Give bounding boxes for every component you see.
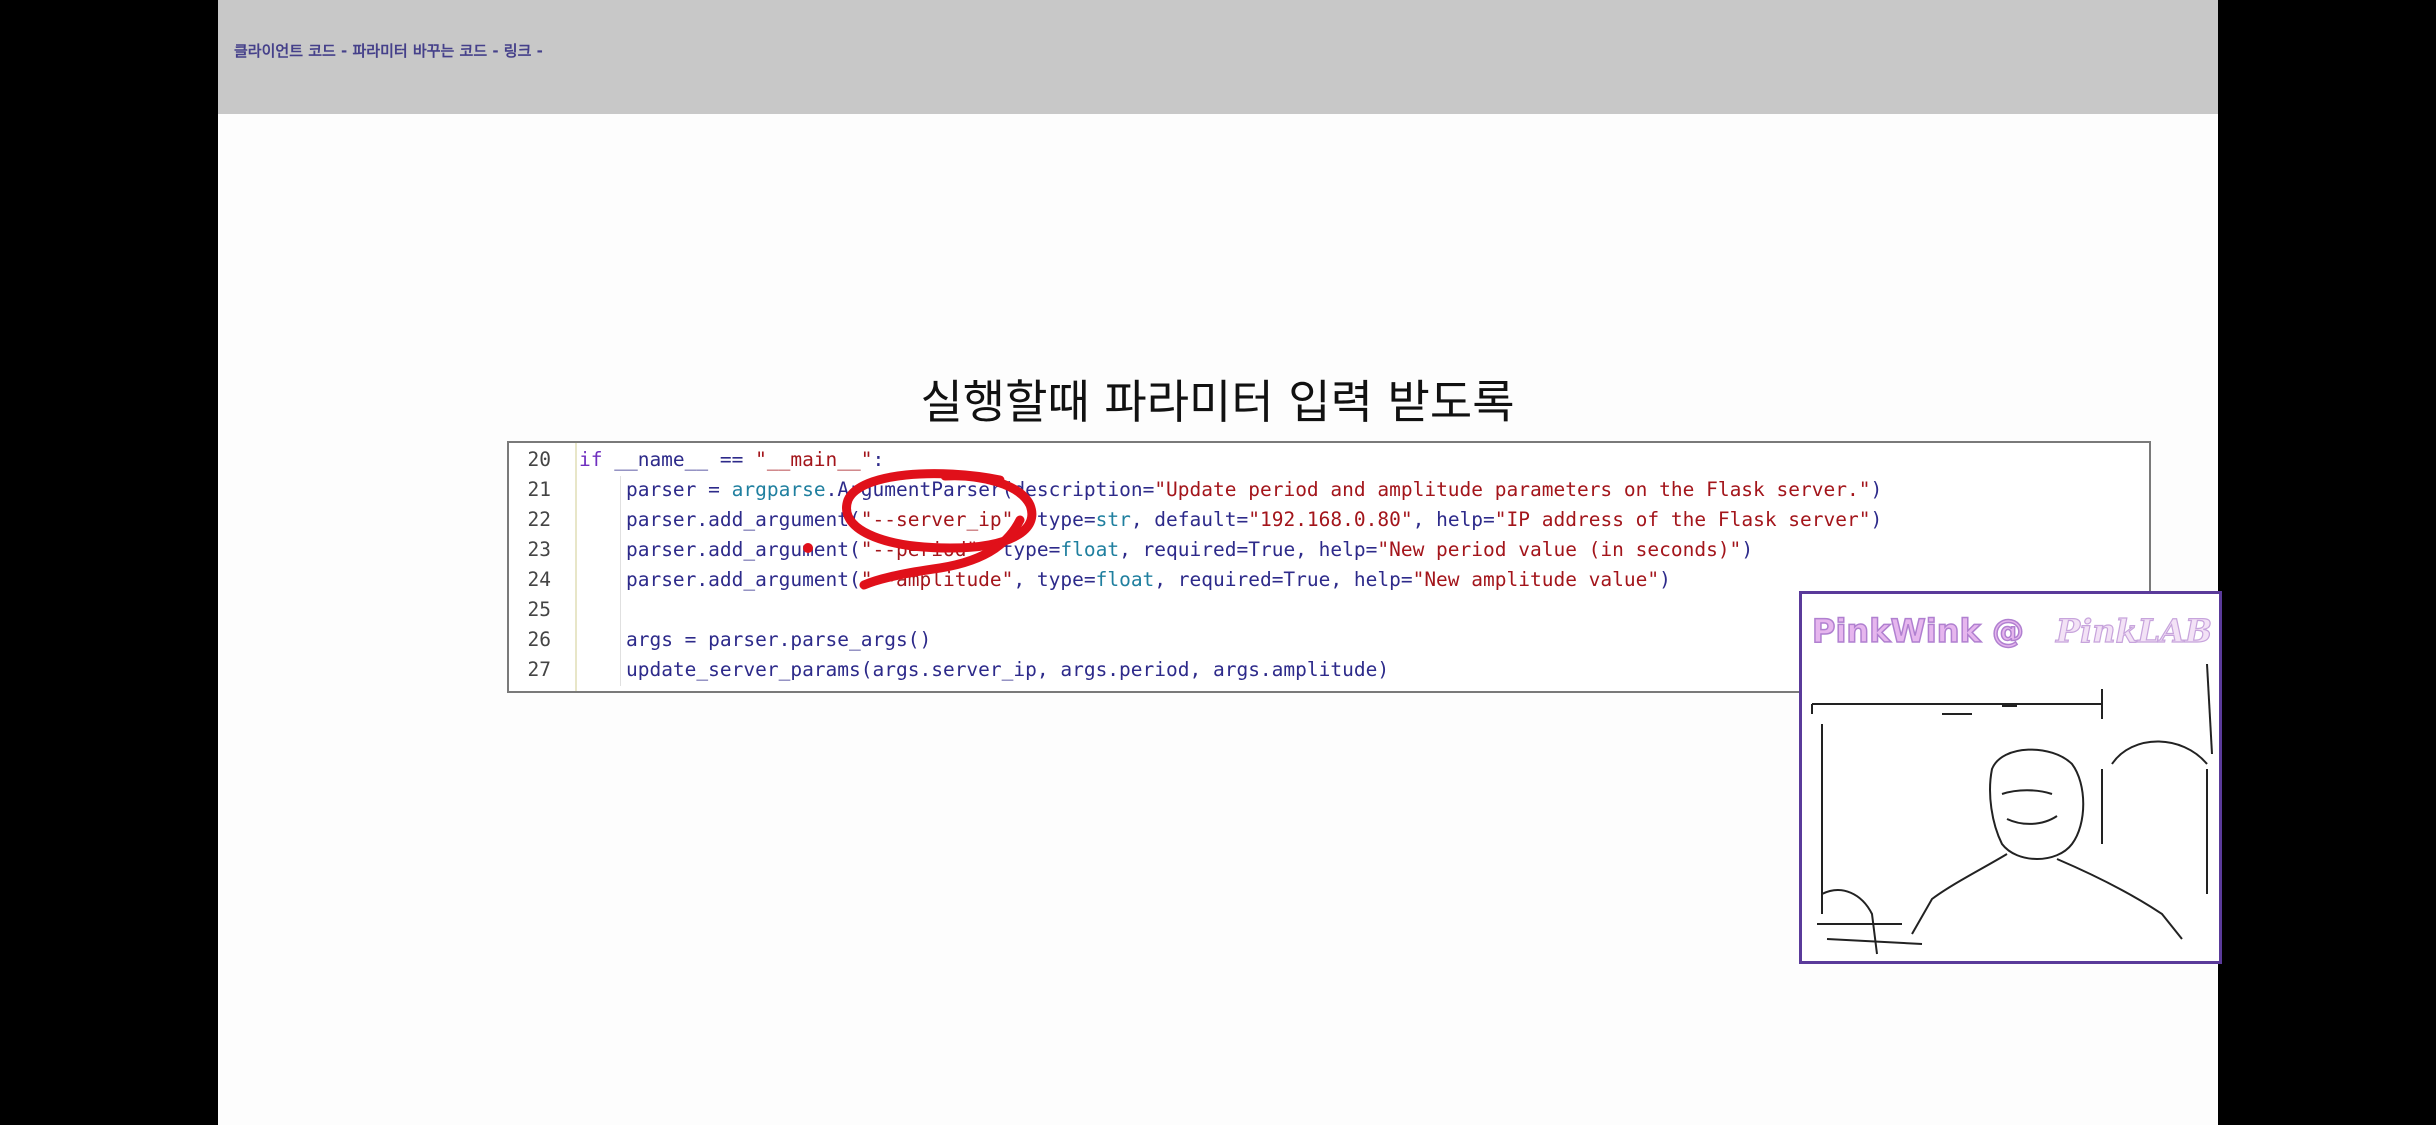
code-token: ArgumentParser — [837, 478, 1002, 501]
code-token: "IP address of the Flask server" — [1494, 508, 1871, 531]
code-token: , default= — [1130, 508, 1249, 531]
code-token: , help= — [1412, 508, 1495, 531]
code-token: ) — [1659, 568, 1671, 591]
line-number: 25 — [527, 598, 551, 621]
code-token: : — [872, 448, 885, 471]
code-token: float — [1060, 538, 1120, 561]
code-text: parser = argparse.ArgumentParser(descrip… — [579, 475, 1882, 505]
code-token: (description= — [1001, 478, 1155, 501]
code-token: , required=True, help= — [1154, 568, 1413, 591]
code-token: "--server_ip" — [860, 508, 1014, 531]
code-token: "--period" — [860, 538, 979, 561]
code-token: ) — [1741, 538, 1754, 561]
code-token: if — [579, 448, 603, 471]
slide-header-title: 클라이언트 코드 - 파라미터 바꾸는 코드 - 링크 - — [234, 42, 543, 60]
code-token: str — [1095, 508, 1131, 531]
code-token: update_server_params(args.server_ip, arg… — [625, 658, 1390, 681]
line-number: 27 — [527, 658, 551, 681]
code-token: float — [1095, 568, 1155, 591]
code-token: argparse — [731, 478, 826, 501]
line-number: 26 — [527, 628, 551, 651]
code-token: "New period value (in seconds)" — [1377, 538, 1742, 561]
code-token: . — [825, 478, 838, 501]
code-text: parser.add_argument("--period", type=flo… — [579, 535, 1753, 565]
code-text: if __name__ == "__main__": — [579, 445, 884, 475]
code-token: parser = — [625, 478, 732, 501]
code-token: , type= — [1013, 568, 1096, 591]
code-token: __name__ == — [602, 448, 756, 471]
line-number: 20 — [527, 448, 551, 471]
code-token: , required=True, help= — [1119, 538, 1378, 561]
code-token: ) — [1870, 478, 1883, 501]
line-number: 23 — [527, 538, 551, 561]
webcam-overlay: PinkWink @ PinkLAB — [1799, 591, 2222, 964]
code-text: parser.add_argument("--server_ip", type=… — [579, 505, 1882, 535]
code-token: ) — [1870, 508, 1883, 531]
code-text: update_server_params(args.server_ip, arg… — [579, 655, 1389, 685]
code-token: parser.add_argument( — [625, 508, 861, 531]
code-token: args = parser.parse_args() — [625, 628, 932, 651]
code-token: , type= — [1013, 508, 1096, 531]
code-token: "--amplitude" — [860, 568, 1014, 591]
line-number: 22 — [527, 508, 551, 531]
line-number: 21 — [527, 478, 551, 501]
code-token: "New amplitude value" — [1412, 568, 1660, 591]
code-token: "Update period and amplitude parameters … — [1154, 478, 1871, 501]
code-token: parser.add_argument( — [625, 568, 861, 591]
code-token: "__main__" — [755, 448, 873, 471]
code-text: args = parser.parse_args() — [579, 625, 931, 655]
slide-header-bar: 클라이언트 코드 - 파라미터 바꾸는 코드 - 링크 - — [218, 0, 2218, 114]
webcam-presenter-sketch — [1811, 663, 2213, 955]
slide-heading: 실행할때 파라미터 입력 받도록 — [920, 375, 1515, 429]
line-number: 24 — [527, 568, 551, 591]
code-token: "192.168.0.80" — [1248, 508, 1413, 531]
code-text: parser.add_argument("--amplitude", type=… — [579, 565, 1671, 595]
code-token: parser.add_argument( — [625, 538, 861, 561]
code-token: , type= — [978, 538, 1061, 561]
code-gutter-divider — [575, 443, 577, 691]
